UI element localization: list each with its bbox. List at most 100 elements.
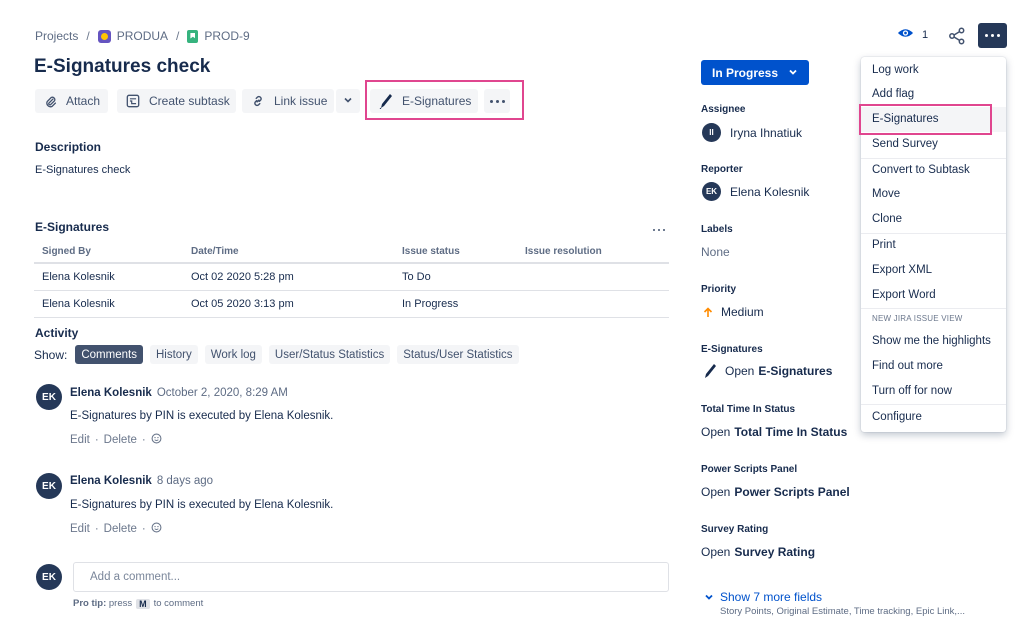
- avatar[interactable]: EK: [36, 384, 62, 410]
- paperclip-icon: [44, 94, 57, 108]
- description-text[interactable]: E-Signatures check: [35, 164, 130, 176]
- status-button[interactable]: In Progress: [701, 60, 809, 85]
- menu-item-export-word[interactable]: Export Word: [872, 289, 936, 301]
- protip-label: Pro tip:: [73, 598, 107, 609]
- total-time-label: Total Time In Status: [701, 404, 796, 415]
- menu-item-show-highlights[interactable]: Show me the highlights: [872, 335, 991, 347]
- menu-highlight-box: [859, 104, 992, 135]
- eye-icon: [897, 27, 914, 42]
- esignatures-field-value[interactable]: Open E-Signatures: [703, 362, 832, 380]
- esignatures-field-name: E-Signatures: [758, 364, 833, 378]
- attach-label: Attach: [66, 94, 101, 108]
- menu-item-log-work[interactable]: Log work: [872, 64, 919, 76]
- table-header-row: Signed By Date/Time Issue status Issue r…: [34, 241, 669, 264]
- table-row: Elena Kolesnik Oct 02 2020 5:28 pm To Do: [34, 263, 669, 291]
- esignatures-panel-menu-button[interactable]: [653, 220, 665, 234]
- labels-label: Labels: [701, 224, 733, 235]
- link-issue-dropdown-button[interactable]: [336, 89, 360, 113]
- chevron-down-icon: [343, 94, 353, 108]
- resolution-cell: [517, 263, 669, 291]
- status-cell: In Progress: [394, 290, 517, 318]
- menu-item-move[interactable]: Move: [872, 188, 900, 200]
- survey-rating-value[interactable]: Open Survey Rating: [701, 545, 815, 559]
- menu-item-configure[interactable]: Configure: [872, 411, 922, 423]
- comment-date[interactable]: October 2, 2020, 8:29 AM: [157, 387, 288, 399]
- comment-delete-link[interactable]: Delete: [104, 434, 137, 446]
- watch-button[interactable]: 1: [897, 27, 928, 42]
- avatar[interactable]: EK: [36, 473, 62, 499]
- attach-button[interactable]: Attach: [35, 89, 108, 113]
- total-time-value[interactable]: Open Total Time In Status: [701, 425, 847, 439]
- chevron-down-icon: [788, 66, 798, 80]
- esignatures-field-label: E-Signatures: [701, 344, 763, 355]
- create-subtask-label: Create subtask: [149, 94, 230, 108]
- esignatures-table: Signed By Date/Time Issue status Issue r…: [34, 241, 669, 318]
- power-scripts-value[interactable]: Open Power Scripts Panel: [701, 485, 850, 499]
- comment-edit-link[interactable]: Edit: [70, 434, 90, 446]
- comment-body: E-Signatures by PIN is executed by Elena…: [70, 410, 334, 422]
- share-icon[interactable]: [948, 27, 966, 45]
- table-row: Elena Kolesnik Oct 05 2020 3:13 pm In Pr…: [34, 290, 669, 318]
- assignee-label: Assignee: [701, 104, 746, 115]
- open-label: Open: [701, 545, 731, 559]
- tab-history[interactable]: History: [149, 345, 198, 364]
- breadcrumb-issue-key[interactable]: PROD-9: [204, 29, 249, 43]
- pen-icon: [703, 362, 717, 380]
- menu-item-clone[interactable]: Clone: [872, 213, 902, 225]
- page-title[interactable]: E-Signatures check: [34, 56, 210, 78]
- breadcrumb-project[interactable]: PRODUA: [117, 29, 168, 43]
- datetime-cell: Oct 05 2020 3:13 pm: [183, 290, 394, 318]
- emoji-reaction-icon[interactable]: [151, 522, 162, 536]
- link-issue-button[interactable]: Link issue: [242, 89, 334, 113]
- comment-author[interactable]: Elena Kolesnik: [70, 387, 152, 399]
- menu-item-print[interactable]: Print: [872, 239, 896, 251]
- link-issue-label: Link issue: [274, 94, 328, 108]
- menu-item-turn-off[interactable]: Turn off for now: [872, 385, 952, 397]
- add-comment-input[interactable]: Add a comment...: [73, 562, 669, 592]
- comment-author[interactable]: Elena Kolesnik: [70, 475, 152, 487]
- toolbar-highlight-box: [365, 80, 524, 120]
- issue-actions-menu-button[interactable]: [978, 23, 1007, 48]
- tab-comments[interactable]: Comments: [75, 345, 143, 364]
- comment-actions: Edit · Delete ·: [70, 433, 162, 447]
- menu-item-convert-to-subtask[interactable]: Convert to Subtask: [872, 164, 970, 176]
- more-fields-summary: Story Points, Original Estimate, Time tr…: [720, 606, 965, 617]
- comment-date[interactable]: 8 days ago: [157, 475, 213, 487]
- tab-work-log[interactable]: Work log: [204, 345, 262, 364]
- avatar: EK: [702, 182, 721, 201]
- survey-rating-label: Survey Rating: [701, 524, 769, 535]
- comment-edit-link[interactable]: Edit: [70, 523, 90, 535]
- watch-count: 1: [922, 28, 929, 41]
- comment-body: E-Signatures by PIN is executed by Elena…: [70, 499, 334, 511]
- menu-item-add-flag[interactable]: Add flag: [872, 88, 914, 100]
- show-more-fields-button[interactable]: Show 7 more fields: [704, 590, 822, 604]
- menu-item-export-xml[interactable]: Export XML: [872, 264, 932, 276]
- comment-header: Elena Kolesnik October 2, 2020, 8:29 AM: [70, 387, 288, 399]
- reporter-name: Elena Kolesnik: [730, 184, 810, 199]
- esignatures-panel-heading: E-Signatures: [35, 220, 110, 234]
- priority-name: Medium: [721, 305, 764, 319]
- activity-heading: Activity: [35, 326, 79, 340]
- arrow-up-icon: [703, 306, 713, 318]
- datetime-cell: Oct 02 2020 5:28 pm: [183, 263, 394, 291]
- create-subtask-button[interactable]: Create subtask: [117, 89, 236, 113]
- open-label: Open: [725, 364, 755, 378]
- priority-value[interactable]: Medium: [703, 305, 764, 319]
- tab-user-status-statistics[interactable]: User/Status Statistics: [268, 345, 391, 364]
- total-time-name: Total Time In Status: [734, 425, 848, 439]
- labels-value[interactable]: None: [701, 245, 730, 259]
- menu-item-find-out-more[interactable]: Find out more: [872, 360, 943, 372]
- column-header: Issue status: [394, 241, 517, 264]
- comment-delete-link[interactable]: Delete: [104, 523, 137, 535]
- reporter-value[interactable]: EK Elena Kolesnik: [702, 182, 809, 201]
- open-label: Open: [701, 425, 731, 439]
- menu-item-send-survey[interactable]: Send Survey: [872, 138, 938, 150]
- breadcrumb-projects[interactable]: Projects: [35, 29, 78, 43]
- assignee-value[interactable]: II Iryna Ihnatiuk: [702, 123, 802, 142]
- menu-divider: [861, 158, 1006, 159]
- tab-status-user-statistics[interactable]: Status/User Statistics: [397, 345, 519, 364]
- story-icon: [187, 29, 199, 43]
- comment-header: Elena Kolesnik 8 days ago: [70, 475, 213, 487]
- chevron-down-icon: [704, 592, 714, 602]
- emoji-reaction-icon[interactable]: [151, 433, 162, 447]
